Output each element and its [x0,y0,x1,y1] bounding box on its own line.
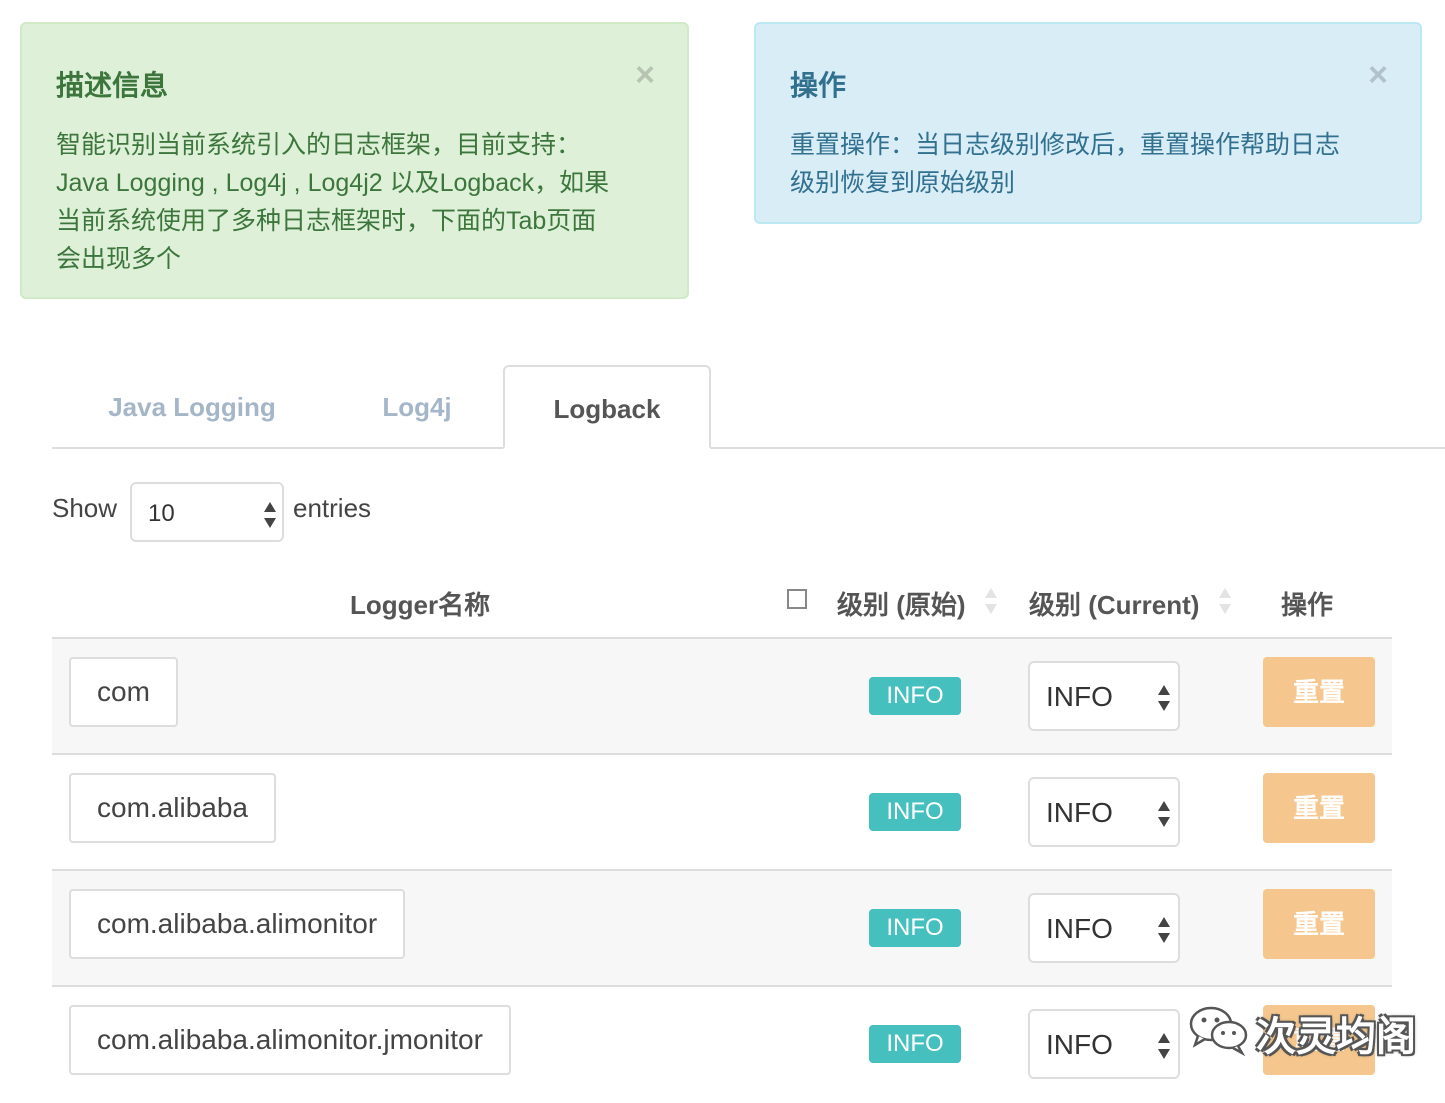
logger-name-field[interactable]: com.alibaba.alimonitor [69,889,406,959]
current-level-value: INFO [1046,913,1113,944]
logger-name-field[interactable]: com.alibaba [69,773,276,843]
description-alert-title: 描述信息 [56,70,169,101]
header-action: 操作 [1281,590,1334,620]
entries-select[interactable]: 10 [130,482,284,542]
logger-tabs: Java Logging Log4j Logback [52,365,1445,449]
watermark-text: 次灵均阁 [1256,1015,1416,1059]
current-level-value: INFO [1046,681,1113,712]
entries-label: entries [293,493,372,523]
select-arrows-icon [1157,917,1171,943]
table-row: com.alibaba INFO INFO 重置 [52,755,1392,871]
original-level-badge: INFO [869,909,961,947]
show-label: Show [52,493,118,523]
tab-logback[interactable]: Logback [503,365,711,449]
logger-name-field[interactable]: com [69,657,178,727]
entries-select-value: 10 [148,500,175,527]
close-icon[interactable]: × [635,58,655,92]
checkbox-icon[interactable] [787,589,807,609]
logger-name-field[interactable]: com.alibaba.alimonitor.jmonitor [69,1005,511,1075]
original-level-badge: INFO [869,793,961,831]
header-logger-name[interactable]: Logger名称 [350,585,490,622]
select-arrows-icon [263,502,277,528]
select-arrows-icon [1157,685,1171,711]
tab-log4j[interactable]: Log4j [352,365,482,447]
close-icon[interactable]: × [1368,58,1388,92]
current-level-select[interactable]: INFO [1028,661,1180,731]
reset-button[interactable]: 重置 [1263,889,1375,959]
reset-button[interactable]: 重置 [1263,773,1375,843]
description-alert-body: 智能识别当前系统引入的日志框架，目前支持：Java Logging , Log4… [56,131,610,273]
wechat-icon [1189,1006,1248,1056]
sort-icon[interactable] [984,588,998,614]
operation-alert-title: 操作 [790,70,847,101]
current-level-select[interactable]: INFO [1028,777,1180,847]
current-level-select[interactable]: INFO [1028,1009,1180,1079]
current-level-value: INFO [1046,797,1113,828]
table-row: com INFO INFO 重置 [52,639,1392,755]
current-level-select[interactable]: INFO [1028,893,1180,963]
select-arrows-icon [1157,801,1171,827]
current-level-value: INFO [1046,1029,1113,1060]
operation-alert: 操作 重置操作：当日志级别修改后，重置操作帮助日志级别恢复到原始级别 × [754,22,1422,224]
tab-java-logging[interactable]: Java Logging [82,365,302,447]
description-alert: 描述信息 智能识别当前系统引入的日志框架，目前支持：Java Logging ,… [20,22,689,299]
select-arrows-icon [1157,1033,1171,1059]
operation-alert-body: 重置操作：当日志级别修改后，重置操作帮助日志级别恢复到原始级别 [790,131,1341,197]
original-level-badge: INFO [869,677,961,715]
reset-button[interactable]: 重置 [1263,657,1375,727]
header-level-current[interactable]: 级别 (Current) [1029,585,1199,622]
header-level-original[interactable]: 级别 (原始) [837,585,966,622]
table-row: com.alibaba.alimonitor INFO INFO 重置 [52,871,1392,987]
original-level-badge: INFO [869,1025,961,1063]
sort-icon[interactable] [1218,588,1232,614]
